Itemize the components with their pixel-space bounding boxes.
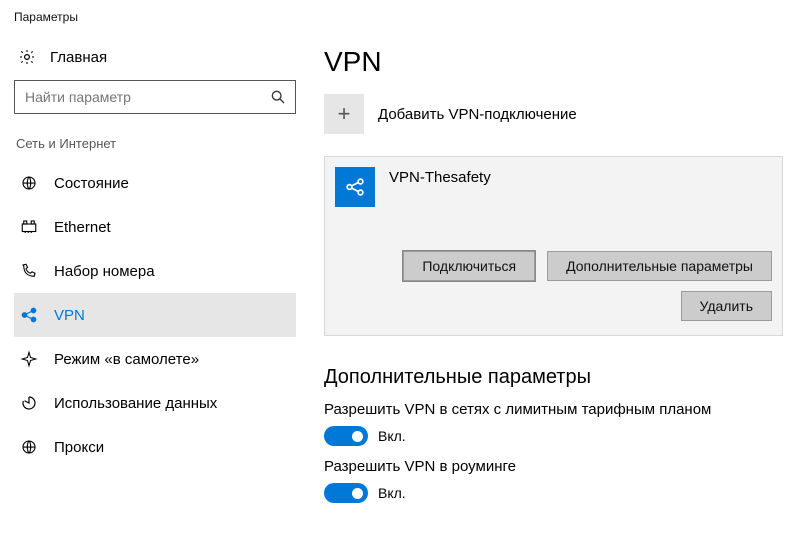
vpn-connection-card[interactable]: VPN-Thesafety Подключиться Дополнительны…	[324, 156, 783, 336]
sidebar-item-ethernet[interactable]: Ethernet	[14, 205, 296, 249]
search-input[interactable]	[15, 89, 261, 105]
sidebar-item-vpn[interactable]: VPN	[14, 293, 296, 337]
remove-button[interactable]: Удалить	[681, 291, 772, 321]
gear-icon	[18, 48, 36, 66]
ethernet-icon	[20, 218, 38, 236]
search-icon[interactable]	[261, 81, 295, 113]
sidebar-item-label: Ethernet	[54, 219, 111, 236]
sidebar-item-label: Состояние	[54, 175, 129, 192]
vpn-connection-icon	[335, 167, 375, 207]
airplane-icon	[20, 350, 38, 368]
sidebar-item-airplane[interactable]: Режим «в самолете»	[14, 337, 296, 381]
vpn-connection-name: VPN-Thesafety	[389, 169, 491, 186]
add-vpn-label: Добавить VPN-подключение	[378, 106, 577, 123]
sidebar-item-dialup[interactable]: Набор номера	[14, 249, 296, 293]
additional-params-heading: Дополнительные параметры	[324, 366, 783, 389]
category-header: Сеть и Интернет	[16, 136, 296, 151]
main-panel: VPN + Добавить VPN-подключение VPN-Thesa…	[310, 32, 797, 533]
window-title: Параметры	[0, 0, 797, 32]
connect-button[interactable]: Подключиться	[403, 251, 535, 281]
sidebar-item-label: Набор номера	[54, 263, 155, 280]
sidebar-item-label: Использование данных	[54, 395, 217, 412]
toggle-metered-state: Вкл.	[378, 428, 406, 444]
toggle-metered: Разрешить VPN в сетях с лимитным тарифны…	[324, 401, 783, 446]
home-link[interactable]: Главная	[14, 40, 296, 80]
toggle-roaming-state: Вкл.	[378, 485, 406, 501]
sidebar-item-proxy[interactable]: Прокси	[14, 425, 296, 469]
add-vpn-button[interactable]: + Добавить VPN-подключение	[324, 94, 783, 134]
proxy-icon	[20, 438, 38, 456]
advanced-options-button[interactable]: Дополнительные параметры	[547, 251, 772, 281]
toggle-roaming-label: Разрешить VPN в роуминге	[324, 458, 783, 475]
toggle-roaming-switch[interactable]	[324, 483, 368, 503]
sidebar: Главная Сеть и Интернет Состояние Ethern…	[0, 32, 310, 533]
home-label: Главная	[50, 49, 107, 66]
sidebar-item-label: Режим «в самолете»	[54, 351, 199, 368]
dialup-icon	[20, 262, 38, 280]
network-status-icon	[20, 174, 38, 192]
page-heading: VPN	[324, 46, 783, 78]
plus-icon: +	[324, 94, 364, 134]
data-usage-icon	[20, 394, 38, 412]
toggle-metered-label: Разрешить VPN в сетях с лимитным тарифны…	[324, 401, 783, 418]
toggle-metered-switch[interactable]	[324, 426, 368, 446]
search-box[interactable]	[14, 80, 296, 114]
toggle-roaming: Разрешить VPN в роуминге Вкл.	[324, 458, 783, 503]
vpn-icon	[20, 306, 38, 324]
sidebar-item-data-usage[interactable]: Использование данных	[14, 381, 296, 425]
sidebar-item-label: VPN	[54, 307, 85, 324]
sidebar-item-label: Прокси	[54, 439, 104, 456]
sidebar-item-status[interactable]: Состояние	[14, 161, 296, 205]
